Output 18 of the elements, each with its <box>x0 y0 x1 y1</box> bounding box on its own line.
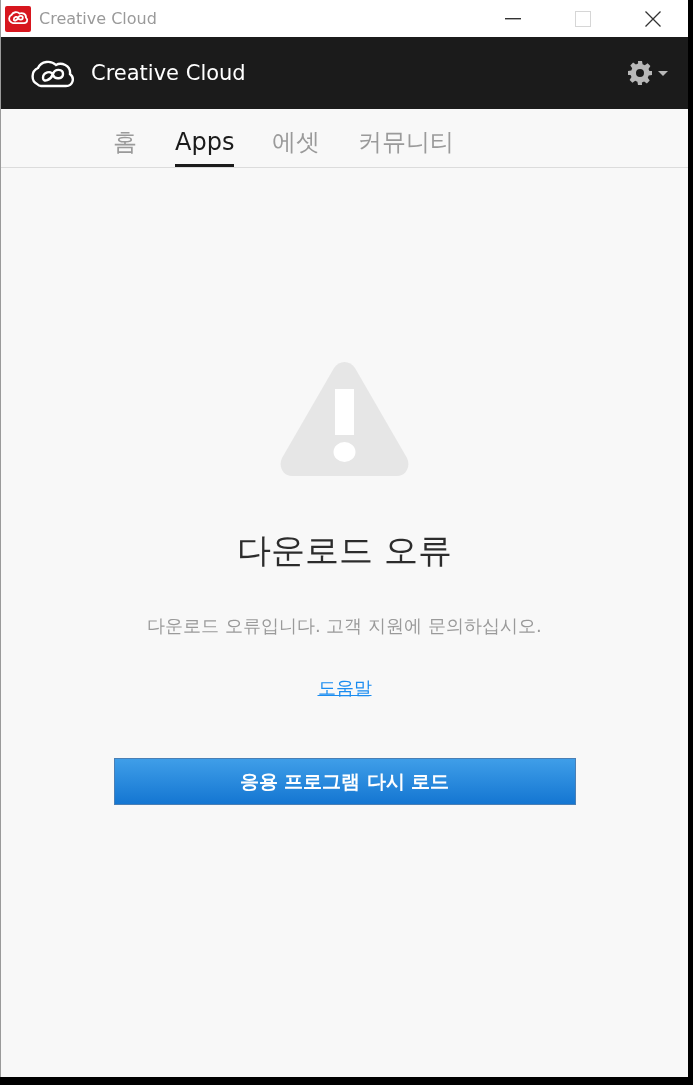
settings-icon <box>628 61 652 85</box>
help-link[interactable]: 도움말 <box>317 676 372 700</box>
close-icon <box>645 10 661 27</box>
error-message: 다운로드 오류입니다. 고객 지원에 문의하십시오. <box>147 614 542 638</box>
nav-tab[interactable]: Apps <box>175 126 235 167</box>
minimize-icon <box>505 17 521 20</box>
settings-menu-button[interactable] <box>628 61 668 85</box>
app-logo-icon <box>5 5 31 32</box>
window-title: Creative Cloud <box>39 9 157 28</box>
app-title: Creative Cloud <box>91 61 246 85</box>
nav-tab[interactable]: 에셋 <box>272 126 321 167</box>
error-title: 다운로드 오류 <box>237 529 452 572</box>
maximize-icon <box>575 10 591 27</box>
nav-tab[interactable]: 커뮤니티 <box>358 126 455 167</box>
reload-apps-button[interactable]: 응용 프로그램 다시 로드 <box>113 758 576 805</box>
caret-icon <box>658 70 668 76</box>
nav-tab[interactable]: 홈 <box>113 126 137 167</box>
warning-icon <box>279 360 410 476</box>
